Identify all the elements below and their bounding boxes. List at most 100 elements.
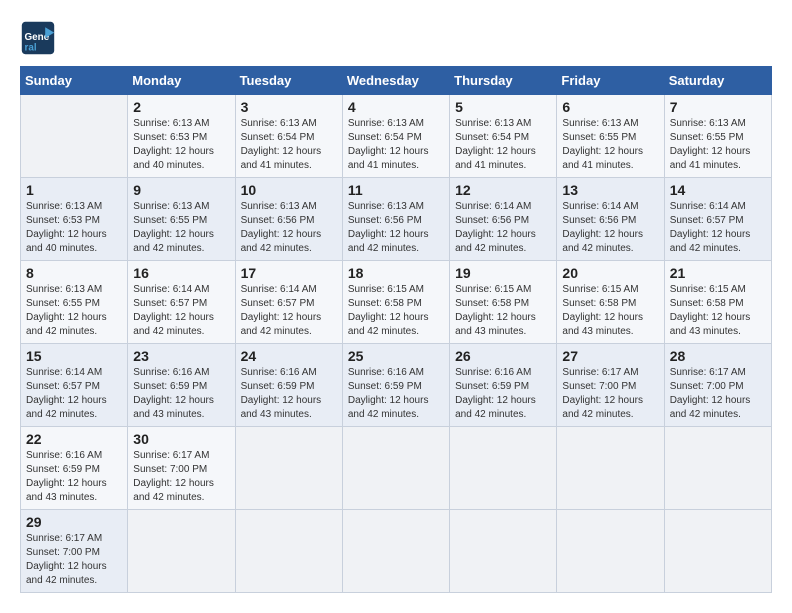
calendar-week-row: 15 Sunrise: 6:14 AM Sunset: 6:57 PM Dayli… xyxy=(21,344,772,427)
calendar-cell: 11Sunrise: 6:13 AM Sunset: 6:56 PM Dayli… xyxy=(342,178,449,261)
day-number: 23 xyxy=(133,348,229,364)
calendar-cell: 7 Sunrise: 6:13 AM Sunset: 6:55 PM Daylig… xyxy=(664,95,771,178)
calendar-cell xyxy=(342,510,449,593)
calendar-cell: 17Sunrise: 6:14 AM Sunset: 6:57 PM Dayli… xyxy=(235,261,342,344)
column-header-saturday: Saturday xyxy=(664,67,771,95)
day-info: Sunrise: 6:15 AM Sunset: 6:58 PM Dayligh… xyxy=(348,283,444,339)
day-number: 12 xyxy=(455,182,551,198)
column-header-friday: Friday xyxy=(557,67,664,95)
calendar-cell xyxy=(342,427,449,510)
calendar-cell: 15 Sunrise: 6:14 AM Sunset: 6:57 PM Dayli… xyxy=(21,344,128,427)
day-number: 5 xyxy=(455,99,551,115)
calendar-week-row: 29Sunrise: 6:17 AM Sunset: 7:00 PM Dayli… xyxy=(21,510,772,593)
day-info: Sunrise: 6:13 AM Sunset: 6:55 PM Dayligh… xyxy=(562,117,658,173)
calendar-cell: 20 Sunrise: 6:15 AM Sunset: 6:58 PM Dayli… xyxy=(557,261,664,344)
day-number: 30 xyxy=(133,431,229,447)
day-info: Sunrise: 6:13 AM Sunset: 6:56 PM Dayligh… xyxy=(241,200,337,256)
day-number: 16 xyxy=(133,265,229,281)
calendar-cell: 27Sunrise: 6:17 AM Sunset: 7:00 PM Dayli… xyxy=(557,344,664,427)
calendar-cell: 24 Sunrise: 6:16 AM Sunset: 6:59 PM Dayli… xyxy=(235,344,342,427)
logo-icon: Gene ral xyxy=(20,20,56,56)
day-number: 17 xyxy=(241,265,337,281)
day-number: 8 xyxy=(26,265,122,281)
calendar-cell: 16 Sunrise: 6:14 AM Sunset: 6:57 PM Dayli… xyxy=(128,261,235,344)
day-number: 13 xyxy=(562,182,658,198)
calendar-week-row: 1 Sunrise: 6:13 AM Sunset: 6:53 PM Daylig… xyxy=(21,178,772,261)
calendar-cell xyxy=(664,510,771,593)
calendar-cell: 22Sunrise: 6:16 AM Sunset: 6:59 PM Dayli… xyxy=(21,427,128,510)
day-number: 20 xyxy=(562,265,658,281)
calendar-cell: 3 Sunrise: 6:13 AM Sunset: 6:54 PM Daylig… xyxy=(235,95,342,178)
calendar-cell xyxy=(664,427,771,510)
calendar-cell: 26Sunrise: 6:16 AM Sunset: 6:59 PM Dayli… xyxy=(450,344,557,427)
day-info: Sunrise: 6:14 AM Sunset: 6:57 PM Dayligh… xyxy=(26,366,122,422)
day-info: Sunrise: 6:16 AM Sunset: 6:59 PM Dayligh… xyxy=(133,366,229,422)
day-number: 1 xyxy=(26,182,122,198)
calendar-table: SundayMondayTuesdayWednesdayThursdayFrid… xyxy=(20,66,772,593)
calendar-cell: 13 Sunrise: 6:14 AM Sunset: 6:56 PM Dayli… xyxy=(557,178,664,261)
calendar-cell: 21 Sunrise: 6:15 AM Sunset: 6:58 PM Dayli… xyxy=(664,261,771,344)
day-number: 4 xyxy=(348,99,444,115)
day-number: 6 xyxy=(562,99,658,115)
day-info: Sunrise: 6:13 AM Sunset: 6:55 PM Dayligh… xyxy=(26,283,122,339)
day-info: Sunrise: 6:15 AM Sunset: 6:58 PM Dayligh… xyxy=(670,283,766,339)
day-info: Sunrise: 6:16 AM Sunset: 6:59 PM Dayligh… xyxy=(26,449,122,505)
calendar-cell: 6 Sunrise: 6:13 AM Sunset: 6:55 PM Daylig… xyxy=(557,95,664,178)
day-number: 19 xyxy=(455,265,551,281)
calendar-cell xyxy=(235,510,342,593)
day-info: Sunrise: 6:15 AM Sunset: 6:58 PM Dayligh… xyxy=(562,283,658,339)
day-number: 15 xyxy=(26,348,122,364)
calendar-cell: 29Sunrise: 6:17 AM Sunset: 7:00 PM Dayli… xyxy=(21,510,128,593)
calendar-cell: 2Sunrise: 6:13 AM Sunset: 6:53 PM Daylig… xyxy=(128,95,235,178)
day-info: Sunrise: 6:13 AM Sunset: 6:55 PM Dayligh… xyxy=(133,200,229,256)
calendar-cell xyxy=(450,427,557,510)
calendar-cell xyxy=(235,427,342,510)
day-number: 10 xyxy=(241,182,337,198)
day-info: Sunrise: 6:13 AM Sunset: 6:56 PM Dayligh… xyxy=(348,200,444,256)
day-number: 24 xyxy=(241,348,337,364)
day-number: 2 xyxy=(133,99,229,115)
day-info: Sunrise: 6:17 AM Sunset: 7:00 PM Dayligh… xyxy=(133,449,229,505)
day-info: Sunrise: 6:16 AM Sunset: 6:59 PM Dayligh… xyxy=(241,366,337,422)
calendar-cell: 23 Sunrise: 6:16 AM Sunset: 6:59 PM Dayli… xyxy=(128,344,235,427)
day-number: 26 xyxy=(455,348,551,364)
calendar-cell xyxy=(450,510,557,593)
calendar-cell xyxy=(128,510,235,593)
calendar-cell: 12 Sunrise: 6:14 AM Sunset: 6:56 PM Dayli… xyxy=(450,178,557,261)
calendar-week-row: 2Sunrise: 6:13 AM Sunset: 6:53 PM Daylig… xyxy=(21,95,772,178)
column-header-monday: Monday xyxy=(128,67,235,95)
svg-text:ral: ral xyxy=(25,43,37,54)
day-info: Sunrise: 6:17 AM Sunset: 7:00 PM Dayligh… xyxy=(670,366,766,422)
calendar-cell: 5Sunrise: 6:13 AM Sunset: 6:54 PM Daylig… xyxy=(450,95,557,178)
column-header-tuesday: Tuesday xyxy=(235,67,342,95)
day-number: 18 xyxy=(348,265,444,281)
day-info: Sunrise: 6:14 AM Sunset: 6:57 PM Dayligh… xyxy=(670,200,766,256)
day-number: 7 xyxy=(670,99,766,115)
day-number: 27 xyxy=(562,348,658,364)
day-info: Sunrise: 6:13 AM Sunset: 6:54 PM Dayligh… xyxy=(348,117,444,173)
day-number: 14 xyxy=(670,182,766,198)
day-info: Sunrise: 6:13 AM Sunset: 6:55 PM Dayligh… xyxy=(670,117,766,173)
calendar-cell: 28 Sunrise: 6:17 AM Sunset: 7:00 PM Dayli… xyxy=(664,344,771,427)
column-header-thursday: Thursday xyxy=(450,67,557,95)
day-info: Sunrise: 6:17 AM Sunset: 7:00 PM Dayligh… xyxy=(26,532,122,588)
day-info: Sunrise: 6:14 AM Sunset: 6:56 PM Dayligh… xyxy=(455,200,551,256)
calendar-cell: 1 Sunrise: 6:13 AM Sunset: 6:53 PM Daylig… xyxy=(21,178,128,261)
day-number: 3 xyxy=(241,99,337,115)
column-header-wednesday: Wednesday xyxy=(342,67,449,95)
day-info: Sunrise: 6:14 AM Sunset: 6:56 PM Dayligh… xyxy=(562,200,658,256)
calendar-cell: 19 Sunrise: 6:15 AM Sunset: 6:58 PM Dayli… xyxy=(450,261,557,344)
calendar-week-row: 22Sunrise: 6:16 AM Sunset: 6:59 PM Dayli… xyxy=(21,427,772,510)
column-header-sunday: Sunday xyxy=(21,67,128,95)
calendar-cell: 9 Sunrise: 6:13 AM Sunset: 6:55 PM Daylig… xyxy=(128,178,235,261)
calendar-cell xyxy=(557,427,664,510)
day-number: 28 xyxy=(670,348,766,364)
day-number: 21 xyxy=(670,265,766,281)
day-info: Sunrise: 6:13 AM Sunset: 6:53 PM Dayligh… xyxy=(26,200,122,256)
calendar-cell: 10 Sunrise: 6:13 AM Sunset: 6:56 PM Dayli… xyxy=(235,178,342,261)
day-info: Sunrise: 6:13 AM Sunset: 6:54 PM Dayligh… xyxy=(241,117,337,173)
day-number: 9 xyxy=(133,182,229,198)
day-info: Sunrise: 6:14 AM Sunset: 6:57 PM Dayligh… xyxy=(133,283,229,339)
day-info: Sunrise: 6:15 AM Sunset: 6:58 PM Dayligh… xyxy=(455,283,551,339)
calendar-cell xyxy=(557,510,664,593)
